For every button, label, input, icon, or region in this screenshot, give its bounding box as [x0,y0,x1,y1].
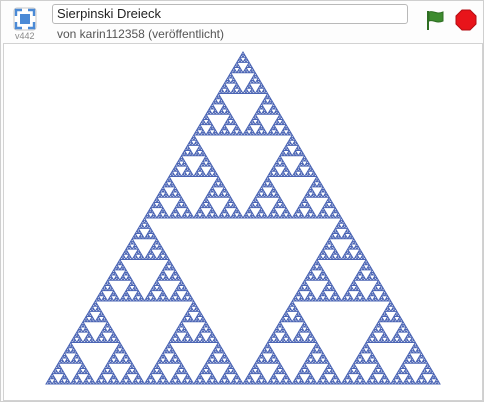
fullscreen-icon [13,7,37,31]
project-title-field[interactable]: Sierpinski Dreieck [52,4,408,24]
player-header: v442 Sierpinski Dreieck von karin112358 … [1,1,483,43]
sierpinski-path [45,51,441,385]
fullscreen-button[interactable] [13,7,37,31]
stop-button[interactable] [455,9,477,31]
version-label: v442 [15,31,35,41]
green-flag-icon [427,11,444,30]
stop-sign-icon [455,9,477,31]
stage-canvas[interactable] [3,43,483,401]
project-player: v442 Sierpinski Dreieck von karin112358 … [0,0,484,402]
sierpinski-drawing [45,51,441,385]
author-byline: von karin112358 (veröffentlicht) [57,27,224,41]
green-flag-button[interactable] [423,9,445,31]
